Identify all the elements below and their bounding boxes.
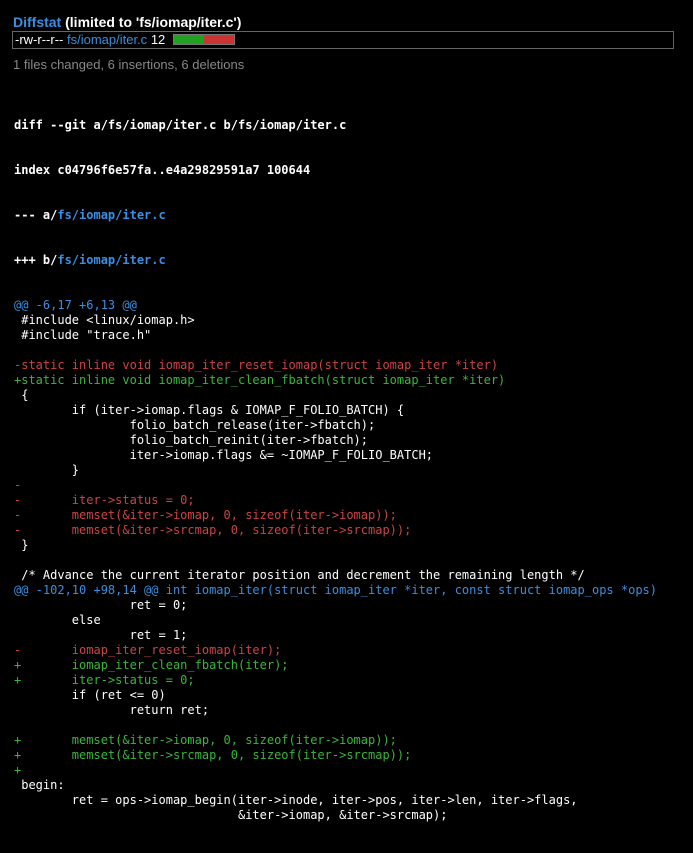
diff-line: - iter->status = 0; xyxy=(14,493,195,507)
diff-line: folio_batch_reinit(iter->fbatch); xyxy=(14,433,369,447)
diff-summary: 1 files changed, 6 insertions, 6 deletio… xyxy=(13,57,245,72)
change-count: 12 xyxy=(150,32,166,47)
diff-line: &iter->iomap, &iter->srcmap); xyxy=(14,808,448,822)
diff-line: /* Advance the current iterator position… xyxy=(14,568,585,582)
diff-line: return ret; xyxy=(14,703,210,717)
plus-file-link[interactable]: fs/iomap/iter.c xyxy=(57,253,165,267)
diffstat-table-row: -rw-r--r-- fs/iomap/iter.c 12 xyxy=(12,31,674,49)
diff-code-block: diff --git a/fs/iomap/iter.c b/fs/iomap/… xyxy=(14,88,657,853)
diff-line: + memset(&iter->iomap, 0, sizeof(iter->i… xyxy=(14,733,397,747)
hunk-header: @@ -102,10 +98,14 @@ int iomap_iter(stru… xyxy=(14,583,657,597)
diff-line: } xyxy=(14,463,80,477)
diff-line: ret = ops->iomap_begin(iter->inode, iter… xyxy=(14,793,578,807)
diff-line: - memset(&iter->srcmap, 0, sizeof(iter->… xyxy=(14,523,412,537)
diffstat-heading-rest: (limited to 'fs/iomap/iter.c') xyxy=(61,14,242,30)
deletions-bar xyxy=(203,35,234,45)
diff-plus-file-line: +++ b/fs/iomap/iter.c xyxy=(14,253,657,268)
diff-line: + iomap_iter_clean_fbatch(iter); xyxy=(14,658,289,672)
plus-prefix: +++ b/ xyxy=(14,253,58,267)
minus-prefix: --- a/ xyxy=(14,208,58,222)
diff-line: else xyxy=(14,613,101,627)
diff-line xyxy=(14,718,657,733)
change-bar xyxy=(172,34,235,46)
diff-line: +static inline void iomap_iter_clean_fba… xyxy=(14,373,506,387)
diff-line: -static inline void iomap_iter_reset_iom… xyxy=(14,358,499,372)
diffstat-link[interactable]: Diffstat xyxy=(13,14,61,30)
diffstat-heading: Diffstat (limited to 'fs/iomap/iter.c') xyxy=(13,14,241,30)
diff-line: ret = 1; xyxy=(14,628,188,642)
diff-lines: @@ -6,17 +6,13 @@ #include <linux/iomap.… xyxy=(14,298,657,823)
diff-line: folio_batch_release(iter->fbatch); xyxy=(14,418,376,432)
diff-line: { xyxy=(14,388,29,402)
diff-line xyxy=(14,553,657,568)
insertions-bar xyxy=(173,35,204,45)
diff-line xyxy=(14,343,657,358)
diff-line: + xyxy=(14,763,22,777)
file-link[interactable]: fs/iomap/iter.c xyxy=(67,32,147,47)
diff-index-line: index c04796f6e57fa..e4a29829591a7 10064… xyxy=(14,163,311,177)
diff-page: Diffstat (limited to 'fs/iomap/iter.c') … xyxy=(0,0,693,822)
diff-line: ret = 0; xyxy=(14,598,188,612)
diff-header-line: diff --git a/fs/iomap/iter.c b/fs/iomap/… xyxy=(14,118,347,132)
diff-line: } xyxy=(14,538,29,552)
diff-line: - xyxy=(14,478,22,492)
diff-line: - iomap_iter_reset_iomap(iter); xyxy=(14,643,282,657)
diff-line: - memset(&iter->iomap, 0, sizeof(iter->i… xyxy=(14,508,397,522)
diff-line: + iter->status = 0; xyxy=(14,673,195,687)
diff-line: + memset(&iter->srcmap, 0, sizeof(iter->… xyxy=(14,748,412,762)
diff-line: #include "trace.h" xyxy=(14,328,152,342)
minus-file-link[interactable]: fs/iomap/iter.c xyxy=(57,208,165,222)
diff-line: if (iter->iomap.flags & IOMAP_F_FOLIO_BA… xyxy=(14,403,405,417)
diff-line: #include <linux/iomap.h> xyxy=(14,313,195,327)
diff-line: if (ret <= 0) xyxy=(14,688,166,702)
diff-line: begin: xyxy=(14,778,65,792)
hunk-header: @@ -6,17 +6,13 @@ xyxy=(14,298,137,312)
file-mode: -rw-r--r-- xyxy=(15,32,64,47)
diff-line: iter->iomap.flags &= ~IOMAP_F_FOLIO_BATC… xyxy=(14,448,434,462)
diff-minus-file-line: --- a/fs/iomap/iter.c xyxy=(14,208,657,223)
